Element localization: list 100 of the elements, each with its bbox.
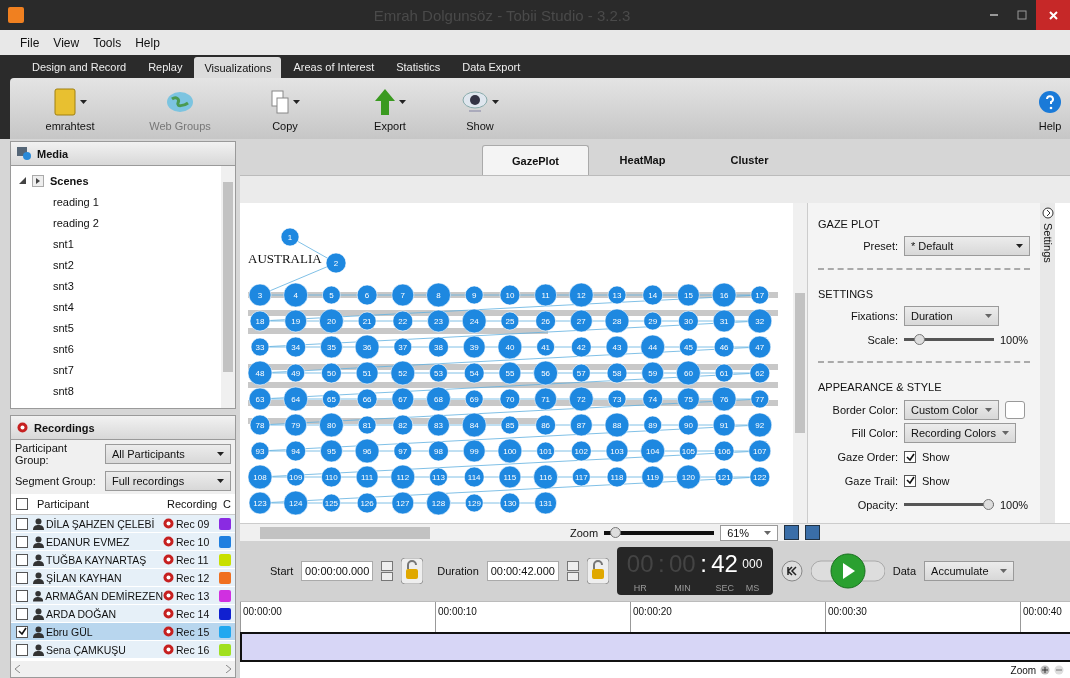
tab[interactable]: Visualizations bbox=[194, 57, 282, 78]
fixations-dropdown[interactable]: Duration bbox=[904, 306, 999, 327]
recording-row[interactable]: Ebru GÜL Rec 15 bbox=[11, 623, 235, 641]
scene-item[interactable]: snt2 bbox=[19, 254, 221, 275]
scene-item[interactable]: snt7 bbox=[19, 359, 221, 380]
close-button[interactable] bbox=[1036, 0, 1070, 30]
scrollbar[interactable] bbox=[11, 661, 235, 677]
color-picker-button[interactable] bbox=[1005, 400, 1025, 419]
menu-item[interactable]: File bbox=[20, 35, 40, 50]
row-checkbox[interactable] bbox=[16, 553, 28, 566]
slider-thumb[interactable] bbox=[610, 527, 621, 538]
view-tab[interactable]: Cluster bbox=[696, 145, 803, 175]
preset-dropdown[interactable]: * Default bbox=[904, 236, 1030, 257]
start-time-field[interactable]: 00:00:00.000 bbox=[301, 561, 374, 581]
row-checkbox[interactable] bbox=[16, 535, 28, 548]
zoom-in-icon[interactable] bbox=[1040, 665, 1051, 675]
slider-thumb[interactable] bbox=[983, 499, 994, 511]
tab[interactable]: Replay bbox=[138, 55, 193, 78]
fixation-marker: 106 bbox=[713, 440, 735, 462]
help-button[interactable]: Help bbox=[1030, 85, 1070, 132]
fixation-marker: 25 bbox=[500, 311, 520, 331]
scene-item[interactable]: snt1 bbox=[19, 233, 221, 254]
row-checkbox[interactable] bbox=[16, 625, 28, 638]
fixation-marker: 11 bbox=[534, 283, 557, 307]
scrollbar[interactable] bbox=[793, 203, 807, 523]
fixation-marker: 66 bbox=[356, 388, 378, 410]
tab[interactable]: Areas of Interest bbox=[283, 55, 385, 78]
view-tab[interactable]: HeatMap bbox=[589, 145, 696, 175]
toolbar-button[interactable]: Show bbox=[440, 85, 520, 132]
recording-row[interactable]: ŞİLAN KAYHAN Rec 12 bbox=[11, 569, 235, 587]
spin-control[interactable] bbox=[566, 561, 579, 581]
recording-row[interactable]: ARMAĞAN DEMİREZEN Rec 13 bbox=[11, 587, 235, 605]
toolbar-button[interactable]: emrahtest bbox=[10, 85, 130, 132]
slider-thumb[interactable] bbox=[914, 334, 926, 346]
person-icon bbox=[33, 517, 44, 530]
fixation-marker: 115 bbox=[498, 465, 522, 489]
play-icon[interactable] bbox=[32, 174, 44, 187]
show-checkbox[interactable] bbox=[904, 474, 916, 487]
participant-group-dropdown[interactable]: All Participants bbox=[105, 443, 231, 464]
recording-row[interactable]: DİLA ŞAHZEN ÇELEBİ Rec 09 bbox=[11, 515, 235, 533]
menu-item[interactable]: Help bbox=[135, 35, 160, 50]
toolbar-button[interactable]: Copy bbox=[230, 85, 340, 132]
fit-icon[interactable] bbox=[805, 525, 821, 540]
spin-control[interactable] bbox=[381, 561, 394, 581]
fixation-marker: 95 bbox=[320, 439, 343, 463]
toolbar-button[interactable]: Export bbox=[340, 85, 440, 132]
row-checkbox[interactable] bbox=[16, 571, 28, 584]
scene-item[interactable]: snt6 bbox=[19, 338, 221, 359]
expand-icon[interactable] bbox=[19, 177, 26, 184]
fixation-marker: 129 bbox=[464, 493, 484, 513]
scene-item[interactable]: snt8 bbox=[19, 380, 221, 401]
menu-item[interactable]: View bbox=[53, 35, 80, 50]
border-color-dropdown[interactable]: Custom Color bbox=[904, 399, 999, 420]
view-tab[interactable]: GazePlot bbox=[482, 145, 589, 175]
tree-node[interactable]: Scenes bbox=[50, 174, 89, 187]
fill-color-dropdown[interactable]: Recording Colors bbox=[904, 423, 1016, 444]
chevron-right-icon[interactable] bbox=[226, 665, 231, 673]
column-header[interactable]: C bbox=[219, 498, 235, 510]
row-checkbox[interactable] bbox=[16, 607, 28, 620]
scene-item[interactable]: reading 2 bbox=[19, 212, 221, 233]
lock-icon[interactable] bbox=[586, 558, 609, 584]
fit-icon[interactable] bbox=[784, 525, 800, 540]
column-header[interactable]: Participant bbox=[33, 498, 163, 510]
recording-row[interactable]: EDANUR EVMEZ Rec 10 bbox=[11, 533, 235, 551]
recording-row[interactable]: TUĞBA KAYNARTAŞ Rec 11 bbox=[11, 551, 235, 569]
segment-group-dropdown[interactable]: Full recordings bbox=[105, 470, 231, 491]
tab[interactable]: Design and Record bbox=[22, 55, 137, 78]
chevron-icon bbox=[1041, 207, 1054, 219]
chevron-left-icon[interactable] bbox=[15, 665, 20, 673]
menu-item[interactable]: Tools bbox=[93, 35, 122, 50]
scene-item[interactable]: snt5 bbox=[19, 317, 221, 338]
row-checkbox[interactable] bbox=[16, 589, 28, 602]
fixation-marker: 71 bbox=[534, 387, 557, 411]
scene-item[interactable]: snt3 bbox=[19, 275, 221, 296]
tab[interactable]: Statistics bbox=[386, 55, 451, 78]
settings-side-tab[interactable]: Settings bbox=[1040, 203, 1055, 523]
fixation-marker: 125 bbox=[322, 493, 341, 513]
recording-row[interactable]: Sena ÇAMKUŞU Rec 16 bbox=[11, 641, 235, 659]
timeline-bar[interactable] bbox=[240, 632, 1070, 662]
tab[interactable]: Data Export bbox=[452, 55, 531, 78]
lock-icon[interactable] bbox=[401, 558, 424, 584]
caret-icon bbox=[217, 478, 224, 483]
column-header[interactable]: Recording bbox=[163, 498, 219, 510]
fixation-marker: 118 bbox=[606, 466, 628, 488]
play-button[interactable] bbox=[810, 553, 885, 589]
row-checkbox[interactable] bbox=[16, 517, 28, 530]
scene-item[interactable]: reading 1 bbox=[19, 191, 221, 212]
rewind-button[interactable] bbox=[780, 560, 803, 582]
data-dropdown[interactable]: Accumulate bbox=[924, 561, 1015, 581]
fixation-marker: 93 bbox=[250, 441, 270, 461]
scene-item[interactable]: snt4 bbox=[19, 296, 221, 317]
show-checkbox[interactable] bbox=[904, 451, 916, 464]
fixation-marker: 22 bbox=[392, 310, 414, 332]
duration-field[interactable]: 00:00:42.000 bbox=[486, 561, 559, 581]
row-checkbox[interactable] bbox=[16, 643, 28, 656]
select-all-checkbox[interactable] bbox=[16, 498, 28, 510]
recording-row[interactable]: ARDA DOĞAN Rec 14 bbox=[11, 605, 235, 623]
zoom-dropdown[interactable]: 61% bbox=[720, 524, 779, 541]
scrollbar[interactable] bbox=[221, 166, 235, 408]
fixation-marker: 110 bbox=[321, 466, 342, 488]
